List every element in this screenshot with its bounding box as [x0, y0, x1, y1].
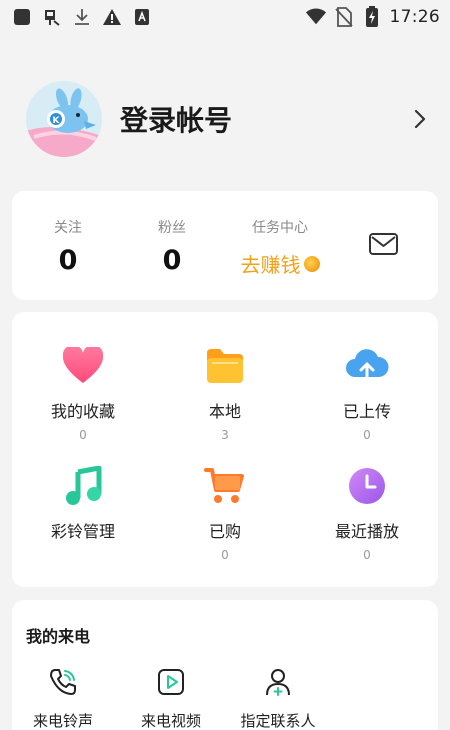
feature-ringtone-management[interactable]: 彩铃管理	[13, 464, 153, 548]
warning-icon	[102, 7, 122, 27]
call-ringtone-item[interactable]: 来电铃声	[8, 666, 118, 730]
earn-money-label: 去赚钱	[240, 253, 301, 277]
feature-count: 0	[363, 428, 371, 442]
call-designated-contact-item[interactable]: 指定联系人	[223, 666, 333, 730]
feature-label: 彩铃管理	[50, 522, 115, 541]
add-contact-icon	[262, 666, 294, 698]
feature-purchased[interactable]: 已购 0	[155, 464, 295, 562]
kugou-mascot-avatar: K	[26, 81, 102, 157]
feature-favorites[interactable]: 我的收藏 0	[13, 344, 153, 442]
battery-charging-icon	[362, 6, 382, 27]
feature-label: 已购	[208, 522, 241, 541]
feature-label: 最近播放	[334, 522, 399, 541]
fans-label: 粉丝	[158, 220, 186, 236]
feature-uploaded[interactable]: 已上传 0	[297, 344, 437, 442]
fans-count: 0	[162, 245, 182, 276]
app-square-icon	[12, 7, 32, 27]
music-note-icon	[61, 464, 105, 508]
feature-grid-card: 我的收藏 0 本地 3 已上传 0 彩铃管理 已购 0 最近播放 0	[12, 312, 438, 587]
following-label: 关注	[54, 220, 82, 236]
call-video-item[interactable]: 来电视频	[116, 666, 226, 730]
feature-count: 0	[221, 548, 229, 562]
video-play-icon	[155, 666, 187, 698]
bug-icon	[42, 7, 62, 27]
login-account-label[interactable]: 登录帐号	[120, 99, 232, 139]
feature-recently-played[interactable]: 最近播放 0	[297, 464, 437, 562]
phone-ring-icon	[47, 666, 79, 698]
task-center[interactable]: 任务中心 去赚钱	[234, 191, 326, 300]
section-title: 我的来电	[26, 627, 91, 646]
feature-count: 3	[221, 428, 229, 442]
no-sim-icon	[334, 7, 354, 27]
status-bar-left	[12, 7, 152, 27]
cart-icon	[203, 464, 247, 508]
svg-text:K: K	[53, 116, 61, 126]
incoming-call-card: 我的来电 来电铃声 来电视频 指定联系人	[12, 600, 438, 730]
stats-card: 关注 0 粉丝 0 任务中心 去赚钱	[12, 191, 438, 300]
feature-local[interactable]: 本地 3	[155, 344, 295, 442]
call-item-label: 来电视频	[140, 712, 201, 730]
profile-header[interactable]: K 登录帐号	[26, 78, 430, 160]
feature-count: 0	[79, 428, 87, 442]
font-a-icon	[132, 7, 152, 27]
avatar[interactable]: K	[26, 81, 102, 157]
coin-icon	[303, 255, 320, 272]
feature-label: 本地	[208, 402, 241, 421]
clock-icon	[345, 464, 389, 508]
call-item-label: 来电铃声	[32, 712, 93, 730]
download-icon	[72, 7, 92, 27]
feature-label: 我的收藏	[50, 402, 115, 421]
feature-label: 已上传	[342, 402, 391, 421]
mail-button[interactable]	[368, 231, 400, 257]
following-count: 0	[58, 245, 78, 276]
feature-count: 0	[363, 548, 371, 562]
following-stat[interactable]: 关注 0	[40, 191, 96, 300]
mail-icon	[369, 233, 398, 255]
heart-icon	[61, 344, 105, 388]
call-item-label: 指定联系人	[240, 712, 316, 730]
cloud-upload-icon	[345, 344, 389, 388]
earn-money-link[interactable]: 去赚钱	[241, 249, 320, 278]
fans-stat[interactable]: 粉丝 0	[144, 191, 200, 300]
task-center-label: 任务中心	[252, 220, 308, 236]
clock-time: 17:26	[389, 7, 440, 27]
chevron-right-icon[interactable]	[410, 107, 430, 131]
status-bar-right: 17:26	[305, 6, 441, 27]
folder-icon	[203, 344, 247, 388]
wifi-icon	[305, 7, 326, 27]
status-bar: 17:26	[0, 0, 450, 34]
